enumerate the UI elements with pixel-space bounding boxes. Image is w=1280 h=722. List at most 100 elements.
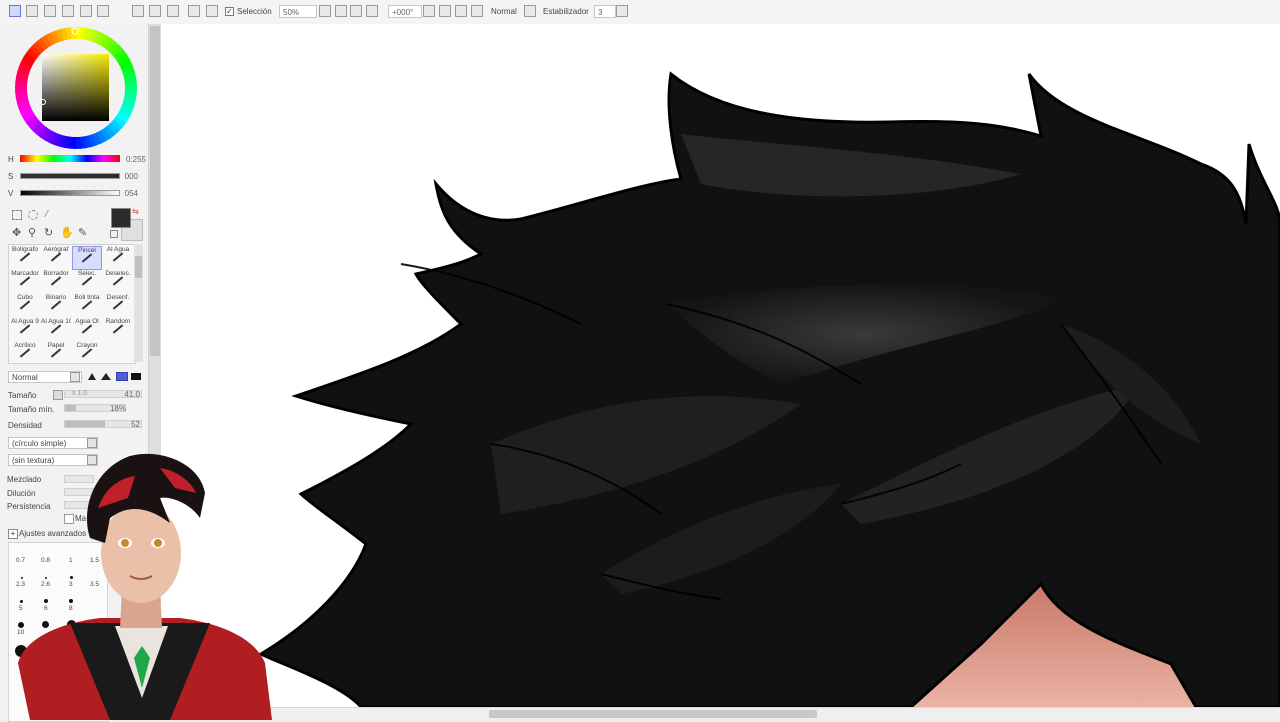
selection-checkbox[interactable]: ✓ [225,7,234,16]
brush-tool-boli-tinta[interactable]: Boli tinta [72,294,102,318]
brush-tool-borrador[interactable]: Borrador [41,270,71,294]
menu-icon[interactable] [132,5,144,17]
brush-tool-label: Aerógraf [43,246,69,253]
brush-tool-al-agua-10[interactable]: Al Agua 10 [41,318,71,342]
tip-flat-icon[interactable] [131,373,141,380]
brush-tool-label: Pincel [78,247,96,254]
brush-icon [50,324,62,334]
blend-mode-label[interactable]: Normal [491,7,517,16]
swap-colors-icon[interactable]: ⇆ [132,207,139,216]
brush-tool-acrílico[interactable]: Acrílico [10,342,40,363]
brush-tool-desenf-[interactable]: Desenf. [103,294,133,318]
hand-tool-icon[interactable]: ✋ [60,226,74,239]
brush-tool-papel[interactable]: Papel [41,342,71,363]
undo-icon[interactable] [149,5,161,17]
brush-tool-label: Acrílico [14,342,36,349]
brush-tool-empty[interactable] [103,342,133,363]
color-list-tab-icon[interactable] [26,5,38,17]
chevron-down-icon[interactable] [87,438,97,448]
swatch-tab-icon[interactable] [44,5,56,17]
zoom-tool-icon[interactable]: ⚲ [28,226,36,239]
drawing-canvas[interactable] [161,24,1280,707]
zoom-field[interactable]: 50% [279,5,317,18]
density-label: Densidad [8,421,42,430]
brush-icon [112,252,124,262]
brush-tool-agua-ol[interactable]: Agua Ol [72,318,102,342]
rotate-left-icon[interactable] [423,5,435,17]
brush-tool-label: Agua Ol [75,318,99,325]
brush-icon [19,348,31,358]
brush-tool-al-agua-9[interactable]: Al Agua 9 [10,318,40,342]
chevron-down-icon[interactable] [70,372,80,382]
rotate-tool-icon[interactable]: ↻ [44,226,53,239]
brush-tool-label: Marcador [11,270,39,277]
redo-icon[interactable] [167,5,179,17]
zoom-fit-icon[interactable] [350,5,362,17]
rotate-right-icon[interactable] [439,5,451,17]
invert-selection-icon[interactable] [206,5,218,17]
stabilizer-field[interactable]: 3 [594,5,616,18]
brush-grid-scrollbar[interactable] [134,244,143,362]
brush-tool-marcador[interactable]: Marcador [10,270,40,294]
brush-icon [50,276,62,286]
tip-sharp-icon[interactable] [88,373,96,380]
color-wheel-tab-icon[interactable] [9,5,21,17]
size-label: Tamaño [8,391,37,400]
eyedropper-icon[interactable]: ✎ [78,226,87,239]
tip-medium-icon[interactable] [116,372,128,381]
brush-tool-label: Binario [45,294,67,301]
brush-icon [81,300,93,310]
brush-icon [19,324,31,334]
brush-tool-label: Borrador [43,270,69,277]
size-lock-icon[interactable] [53,390,63,400]
brush-tool-random[interactable]: Random [103,318,133,342]
color-wheel[interactable] [14,26,138,150]
value-slider[interactable] [20,190,120,196]
canvas-horizontal-scrollbar[interactable] [161,707,1280,721]
lasso-tool-icon[interactable] [28,210,38,220]
flip-icon[interactable] [471,5,483,17]
zoom-in-icon[interactable] [335,5,347,17]
blend-mode-dropdown-icon[interactable] [524,5,536,17]
brush-icon [19,300,31,310]
brush-tool-pincel[interactable]: Pincel [72,246,102,270]
brush-icon [112,276,124,286]
brush-tool-crayon[interactable]: Crayon [72,342,102,363]
brush-tool-label: Papel [47,342,65,349]
tip-soft-icon[interactable] [101,373,111,380]
brush-tool-label: Al Agua [106,246,130,253]
deselect-icon[interactable] [188,5,200,17]
brush-tool-selec-[interactable]: Selec. [72,270,102,294]
brush-tool-binario[interactable]: Binario [41,294,71,318]
brush-icon [112,300,124,310]
brush-tool-bolígrafo[interactable]: Bolígrafo [10,246,40,270]
brush-tip-shapes [88,372,142,382]
brush-tool-aerógraf[interactable]: Aerógraf [41,246,71,270]
brush-icon [81,348,93,358]
scratchpad-tab-icon[interactable] [80,5,92,17]
brush-icon [19,276,31,286]
saturation-label: S [8,172,14,181]
transparent-color-icon[interactable] [110,230,118,238]
value-label: V [8,189,14,198]
move-tool-icon[interactable]: ✥ [12,226,21,239]
hue-label: H [8,155,14,164]
navigator-tab-icon[interactable] [97,5,109,17]
grid-tab-icon[interactable] [62,5,74,17]
magic-wand-icon[interactable]: ⁄ [46,209,48,220]
zoom-out-icon[interactable] [319,5,331,17]
brush-tool-deselec-[interactable]: Deselec. [103,270,133,294]
brush-tool-al-agua[interactable]: Al Agua [103,246,133,270]
marquee-tool-icon[interactable] [12,210,22,220]
foreground-color-swatch[interactable] [111,208,131,228]
min-size-value: 18% [109,404,126,413]
brush-icon [50,348,62,358]
hue-slider[interactable] [20,155,120,162]
value-value: 054 [124,189,138,198]
rotation-field[interactable]: +000° [388,5,422,18]
brush-tool-cubo[interactable]: Cubo [10,294,40,318]
stabilizer-dropdown-icon[interactable] [616,5,628,17]
saturation-slider[interactable] [20,173,120,179]
rotate-reset-icon[interactable] [455,5,467,17]
zoom-reset-icon[interactable] [366,5,378,17]
